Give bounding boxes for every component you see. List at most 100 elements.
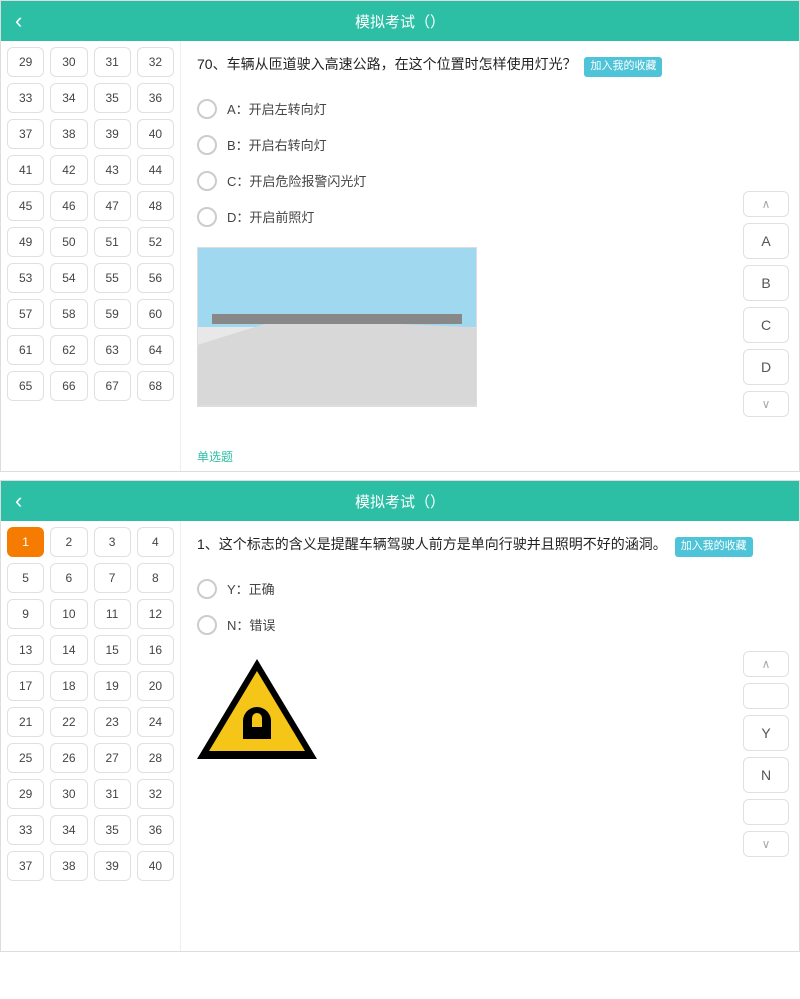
answer-b-button[interactable]: B	[743, 265, 789, 301]
question-nav-68[interactable]: 68	[137, 371, 174, 401]
answer-y-button[interactable]: Y	[743, 715, 789, 751]
question-nav-29[interactable]: 29	[7, 47, 44, 77]
question-nav-44[interactable]: 44	[137, 155, 174, 185]
question-nav-45[interactable]: 45	[7, 191, 44, 221]
question-nav-11[interactable]: 11	[94, 599, 131, 629]
question-nav-25[interactable]: 25	[7, 743, 44, 773]
question-nav-46[interactable]: 46	[50, 191, 87, 221]
back-icon[interactable]: ‹	[1, 8, 36, 34]
back-icon[interactable]: ‹	[1, 488, 36, 514]
question-nav-51[interactable]: 51	[94, 227, 131, 257]
question-nav-54[interactable]: 54	[50, 263, 87, 293]
question-nav-55[interactable]: 55	[94, 263, 131, 293]
option-row[interactable]: D：开启前照灯	[197, 199, 783, 235]
question-nav-13[interactable]: 13	[7, 635, 44, 665]
question-nav-52[interactable]: 52	[137, 227, 174, 257]
question-nav-67[interactable]: 67	[94, 371, 131, 401]
question-nav-53[interactable]: 53	[7, 263, 44, 293]
favorite-button[interactable]: 加入我的收藏	[675, 537, 753, 557]
question-nav-6[interactable]: 6	[50, 563, 87, 593]
question-nav-39[interactable]: 39	[94, 119, 131, 149]
question-nav-27[interactable]: 27	[94, 743, 131, 773]
question-nav-35[interactable]: 35	[94, 83, 131, 113]
question-nav-9[interactable]: 9	[7, 599, 44, 629]
question-nav-33[interactable]: 33	[7, 83, 44, 113]
question-nav-15[interactable]: 15	[94, 635, 131, 665]
question-nav-26[interactable]: 26	[50, 743, 87, 773]
option-row[interactable]: C：开启危险报警闪光灯	[197, 163, 783, 199]
question-nav-38[interactable]: 38	[50, 119, 87, 149]
option-row[interactable]: N：错误	[197, 607, 783, 643]
question-nav-29[interactable]: 29	[7, 779, 44, 809]
answer-c-button[interactable]: C	[743, 307, 789, 343]
question-nav-10[interactable]: 10	[50, 599, 87, 629]
question-nav-2[interactable]: 2	[50, 527, 87, 557]
question-nav-31[interactable]: 31	[94, 47, 131, 77]
question-nav-12[interactable]: 12	[137, 599, 174, 629]
question-nav-49[interactable]: 49	[7, 227, 44, 257]
question-nav-57[interactable]: 57	[7, 299, 44, 329]
question-nav-30[interactable]: 30	[50, 779, 87, 809]
question-nav-35[interactable]: 35	[94, 815, 131, 845]
scroll-up-button[interactable]: ∧	[743, 191, 789, 217]
question-nav-3[interactable]: 3	[94, 527, 131, 557]
answer-a-button[interactable]: A	[743, 223, 789, 259]
question-nav-63[interactable]: 63	[94, 335, 131, 365]
question-nav-65[interactable]: 65	[7, 371, 44, 401]
question-nav-60[interactable]: 60	[137, 299, 174, 329]
question-nav-32[interactable]: 32	[137, 47, 174, 77]
question-nav-58[interactable]: 58	[50, 299, 87, 329]
option-row[interactable]: B：开启右转向灯	[197, 127, 783, 163]
question-nav-16[interactable]: 16	[137, 635, 174, 665]
question-nav-33[interactable]: 33	[7, 815, 44, 845]
question-nav-36[interactable]: 36	[137, 83, 174, 113]
question-nav-64[interactable]: 64	[137, 335, 174, 365]
question-nav-56[interactable]: 56	[137, 263, 174, 293]
question-nav-24[interactable]: 24	[137, 707, 174, 737]
question-nav-28[interactable]: 28	[137, 743, 174, 773]
scroll-up-button[interactable]: ∧	[743, 651, 789, 677]
answer-n-button[interactable]: N	[743, 757, 789, 793]
scroll-down-button[interactable]: ∨	[743, 831, 789, 857]
question-nav-30[interactable]: 30	[50, 47, 87, 77]
question-nav-50[interactable]: 50	[50, 227, 87, 257]
question-nav-40[interactable]: 40	[137, 119, 174, 149]
question-nav-8[interactable]: 8	[137, 563, 174, 593]
question-nav-61[interactable]: 61	[7, 335, 44, 365]
question-nav-48[interactable]: 48	[137, 191, 174, 221]
question-nav-40[interactable]: 40	[137, 851, 174, 881]
question-nav-32[interactable]: 32	[137, 779, 174, 809]
question-nav-17[interactable]: 17	[7, 671, 44, 701]
question-nav-22[interactable]: 22	[50, 707, 87, 737]
question-nav-23[interactable]: 23	[94, 707, 131, 737]
question-nav-42[interactable]: 42	[50, 155, 87, 185]
question-nav-20[interactable]: 20	[137, 671, 174, 701]
question-nav-41[interactable]: 41	[7, 155, 44, 185]
question-nav-1[interactable]: 1	[7, 527, 44, 557]
question-nav-34[interactable]: 34	[50, 815, 87, 845]
question-nav-59[interactable]: 59	[94, 299, 131, 329]
question-nav-62[interactable]: 62	[50, 335, 87, 365]
question-nav-37[interactable]: 37	[7, 119, 44, 149]
question-nav-4[interactable]: 4	[137, 527, 174, 557]
question-nav-14[interactable]: 14	[50, 635, 87, 665]
option-row[interactable]: Y：正确	[197, 571, 783, 607]
question-nav-5[interactable]: 5	[7, 563, 44, 593]
question-nav-18[interactable]: 18	[50, 671, 87, 701]
answer-d-button[interactable]: D	[743, 349, 789, 385]
question-nav-31[interactable]: 31	[94, 779, 131, 809]
question-nav-34[interactable]: 34	[50, 83, 87, 113]
question-nav-39[interactable]: 39	[94, 851, 131, 881]
question-nav-43[interactable]: 43	[94, 155, 131, 185]
option-row[interactable]: A：开启左转向灯	[197, 91, 783, 127]
question-nav-21[interactable]: 21	[7, 707, 44, 737]
question-nav-47[interactable]: 47	[94, 191, 131, 221]
question-nav-19[interactable]: 19	[94, 671, 131, 701]
question-nav-36[interactable]: 36	[137, 815, 174, 845]
question-nav-37[interactable]: 37	[7, 851, 44, 881]
question-nav-66[interactable]: 66	[50, 371, 87, 401]
question-nav-38[interactable]: 38	[50, 851, 87, 881]
favorite-button[interactable]: 加入我的收藏	[584, 57, 662, 77]
scroll-down-button[interactable]: ∨	[743, 391, 789, 417]
question-nav-7[interactable]: 7	[94, 563, 131, 593]
